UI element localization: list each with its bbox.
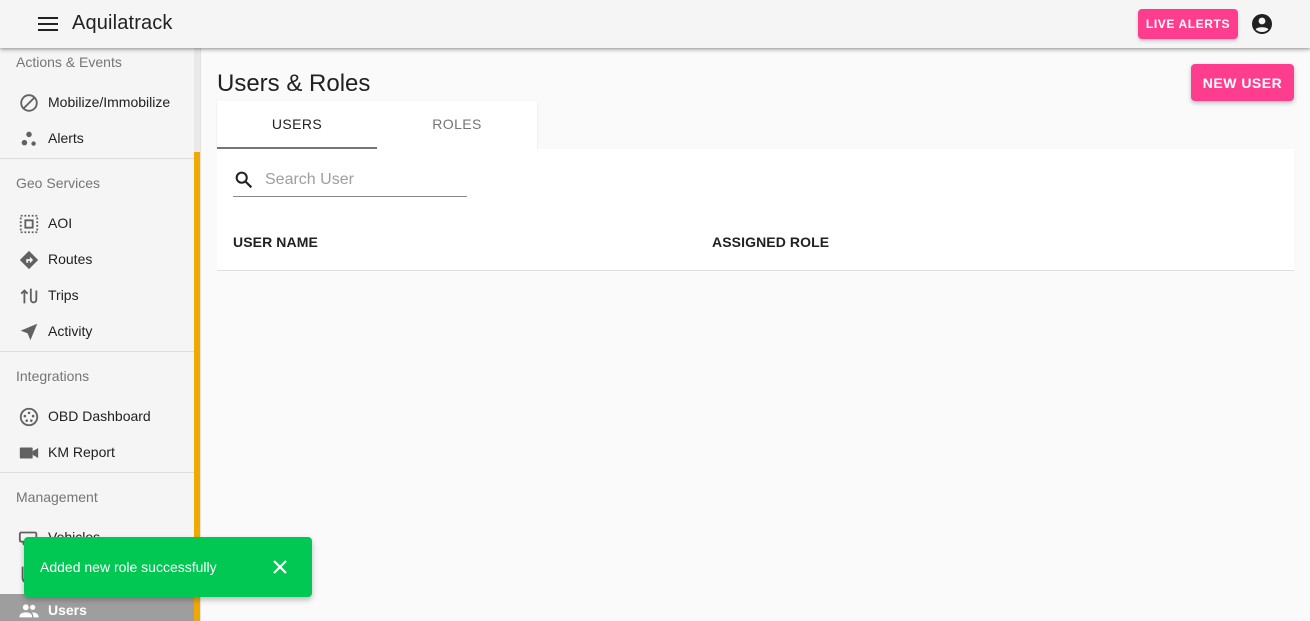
sidebar-section-management: Management (16, 489, 98, 505)
swap-vertical-icon (18, 285, 40, 307)
directions-icon (18, 249, 40, 271)
sidebar-divider (0, 158, 194, 159)
sidebar-item-label: Routes (48, 251, 93, 267)
people-icon (18, 600, 40, 621)
app-bar: Aquilatrack LIVE ALERTS (0, 0, 1310, 48)
account-circle-icon[interactable] (1250, 12, 1274, 36)
obd-port-icon (18, 406, 40, 428)
success-snackbar: Added new role successfully (24, 537, 312, 597)
page-title: Users & Roles (217, 70, 371, 97)
tab-users[interactable]: USERS (217, 101, 377, 149)
videocam-icon (18, 442, 40, 464)
table-header-divider (217, 270, 1294, 271)
sidebar: Actions & Events Mobilize/Immobilize Ale… (0, 48, 194, 621)
sidebar-item-trips[interactable]: Trips (0, 279, 194, 315)
sidebar-item-obd-dashboard[interactable]: OBD Dashboard (0, 400, 194, 436)
column-header-assigned-role[interactable]: ASSIGNED ROLE (712, 234, 829, 250)
sidebar-divider (0, 351, 194, 352)
navigation-icon (18, 321, 40, 343)
select-area-icon (18, 213, 40, 235)
sidebar-section-geo-services: Geo Services (16, 175, 101, 191)
app-title: Aquilatrack (72, 12, 173, 34)
sidebar-item-label: Alerts (48, 130, 84, 146)
live-alerts-button[interactable]: LIVE ALERTS (1138, 9, 1238, 39)
sidebar-item-users[interactable]: Users (0, 594, 194, 621)
sidebar-item-activity[interactable]: Activity (0, 315, 194, 351)
snackbar-message: Added new role successfully (40, 559, 217, 575)
sidebar-item-label: AOI (48, 215, 73, 231)
new-user-button[interactable]: NEW USER (1191, 64, 1294, 101)
menu-icon[interactable] (36, 14, 60, 34)
sidebar-item-km-report[interactable]: KM Report (0, 436, 194, 472)
search-field (233, 167, 467, 197)
tab-roles[interactable]: ROLES (377, 101, 537, 149)
close-icon[interactable] (268, 555, 292, 579)
sidebar-item-aoi[interactable]: AOI (0, 207, 194, 243)
users-table-panel: USER NAME ASSIGNED ROLE (217, 149, 1294, 271)
search-icon (233, 169, 255, 191)
column-header-user-name[interactable]: USER NAME (233, 234, 318, 250)
sidebar-item-label: Activity (48, 323, 93, 339)
sidebar-item-mobilize-immobilize[interactable]: Mobilize/Immobilize (0, 86, 194, 122)
sidebar-divider (0, 472, 194, 473)
sidebar-item-label: Mobilize/Immobilize (48, 94, 171, 110)
sidebar-item-routes[interactable]: Routes (0, 243, 194, 279)
search-input[interactable] (265, 167, 465, 193)
sidebar-item-label: Users (48, 602, 87, 618)
tabs: USERS ROLES (217, 101, 537, 149)
sidebar-item-label: OBD Dashboard (48, 408, 151, 424)
sidebar-border (200, 48, 201, 621)
sidebar-item-alerts[interactable]: Alerts (0, 122, 194, 158)
sidebar-section-integrations: Integrations (16, 368, 90, 384)
sidebar-section-actions-events: Actions & Events (16, 54, 122, 70)
sidebar-item-label: KM Report (48, 444, 115, 460)
block-icon (18, 92, 40, 114)
sidebar-item-label: Trips (48, 287, 79, 303)
bubbles-icon (18, 128, 40, 150)
